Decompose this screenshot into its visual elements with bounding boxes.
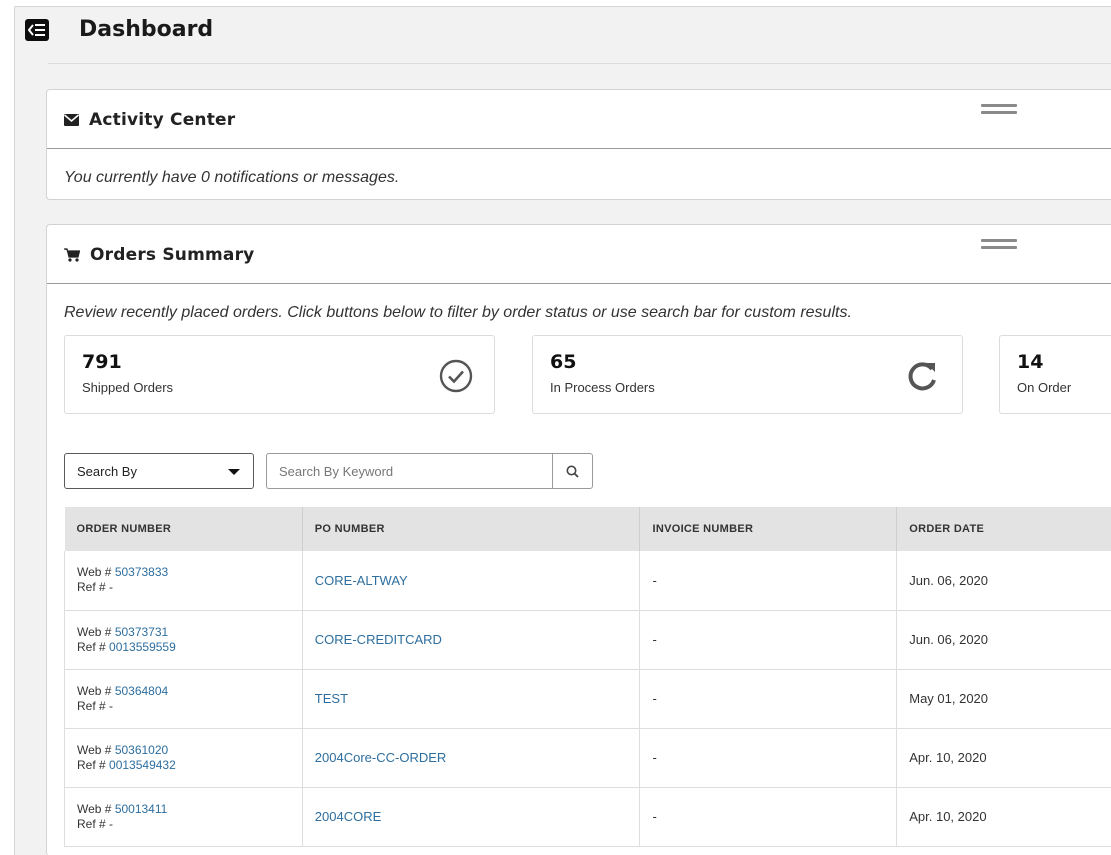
- po-number-link[interactable]: 2004Core-CC-ORDER: [315, 750, 446, 765]
- po-number-cell: CORE-CREDITCARD: [302, 610, 641, 670]
- web-order-link[interactable]: 50361020: [115, 743, 168, 757]
- web-prefix: Web #: [77, 742, 112, 757]
- orders-summary-card: Orders Summary Review recently placed or…: [46, 224, 1111, 855]
- column-header-invoice-number[interactable]: INVOICE NUMBER: [639, 507, 898, 551]
- table-row: Web # 50373731 Ref # 0013559559 CORE-CREDI…: [64, 610, 1111, 670]
- dashboard-page: Dashboard Activity Center You currently …: [14, 6, 1111, 855]
- cart-icon: [64, 247, 80, 262]
- ref-number: -: [109, 580, 114, 595]
- ref-number[interactable]: 0013559559: [109, 640, 176, 654]
- shipped-orders-count: 791: [82, 351, 122, 373]
- web-order-link[interactable]: 50373833: [115, 565, 168, 579]
- search-icon: [566, 465, 579, 478]
- on-order-filter[interactable]: 14 On Order: [999, 335, 1111, 414]
- check-circle-icon: [439, 359, 473, 393]
- po-number-link[interactable]: TEST: [315, 691, 348, 706]
- ref-number[interactable]: 0013549432: [109, 758, 176, 772]
- invoice-number-cell: -: [639, 787, 898, 847]
- order-date-cell: Jun. 06, 2020: [896, 610, 1111, 670]
- on-order-count: 14: [1017, 351, 1044, 373]
- order-number-cell: Web # 50361020 Ref # 0013549432: [64, 728, 303, 788]
- envelope-icon: [64, 113, 79, 126]
- header-divider: [48, 63, 1111, 64]
- card-divider: [47, 148, 1111, 149]
- caret-down-icon: [228, 469, 240, 475]
- activity-center-card: Activity Center You currently have 0 not…: [46, 89, 1111, 200]
- table-row: Web # 50361020 Ref # 0013549432 2004Core-C…: [64, 728, 1111, 788]
- table-header-row: ORDER NUMBER PO NUMBER INVOICE NUMBER OR…: [64, 507, 1111, 551]
- order-number-cell: Web # 50364804 Ref # -: [64, 669, 303, 729]
- ref-number: -: [109, 698, 114, 713]
- orders-table: ORDER NUMBER PO NUMBER INVOICE NUMBER OR…: [64, 507, 1111, 847]
- in-process-orders-count: 65: [550, 351, 577, 373]
- ref-number: -: [109, 816, 114, 831]
- column-header-order-date[interactable]: ORDER DATE: [896, 507, 1111, 551]
- orders-table-body: Web # 50373833 Ref # - CORE-ALTWAY - Jun. 06…: [64, 551, 1111, 847]
- page-title: Dashboard: [79, 17, 214, 42]
- ref-prefix: Ref #: [77, 698, 106, 713]
- ref-prefix: Ref #: [77, 639, 106, 654]
- po-number-link[interactable]: CORE-CREDITCARD: [315, 632, 442, 647]
- activity-center-title: Activity Center: [89, 109, 236, 130]
- web-prefix: Web #: [77, 565, 112, 580]
- order-date-cell: May 01, 2020: [896, 669, 1111, 729]
- order-number-cell: Web # 50373833 Ref # -: [64, 551, 303, 611]
- search-by-label: Search By: [77, 463, 137, 479]
- table-row: Web # 50364804 Ref # - TEST - May 01, 2020: [64, 669, 1111, 729]
- shipped-orders-filter[interactable]: 791 Shipped Orders: [64, 335, 495, 414]
- refresh-icon: [908, 362, 936, 391]
- activity-message: You currently have 0 notifications or me…: [64, 169, 400, 186]
- search-by-select[interactable]: Search By: [64, 453, 254, 489]
- orders-description: Review recently placed orders. Click but…: [64, 304, 852, 321]
- web-order-link[interactable]: 50373731: [115, 625, 168, 639]
- order-date-cell: Apr. 10, 2020: [896, 728, 1111, 788]
- web-prefix: Web #: [77, 624, 112, 639]
- search-button[interactable]: [552, 453, 593, 489]
- search-keyword-input[interactable]: [266, 453, 553, 489]
- card-divider: [47, 283, 1111, 284]
- orders-summary-header: Orders Summary: [64, 225, 254, 284]
- po-number-cell: CORE-ALTWAY: [302, 551, 641, 611]
- ref-prefix: Ref #: [77, 816, 106, 831]
- web-order-link[interactable]: 50364804: [115, 684, 168, 698]
- po-number-cell: TEST: [302, 669, 641, 729]
- invoice-number-cell: -: [639, 728, 898, 788]
- column-header-po-number[interactable]: PO NUMBER: [302, 507, 641, 551]
- ref-prefix: Ref #: [77, 580, 106, 595]
- po-number-cell: 2004Core-CC-ORDER: [302, 728, 641, 788]
- invoice-number-cell: -: [639, 551, 898, 611]
- table-row: Web # 50373833 Ref # - CORE-ALTWAY - Jun. 06…: [64, 551, 1111, 611]
- column-header-order-number[interactable]: ORDER NUMBER: [64, 507, 303, 551]
- order-date-cell: Apr. 10, 2020: [896, 787, 1111, 847]
- activity-center-header: Activity Center: [64, 90, 235, 149]
- ref-prefix: Ref #: [77, 757, 106, 772]
- web-prefix: Web #: [77, 801, 112, 816]
- on-order-label: On Order: [1017, 380, 1072, 395]
- drag-handle-icon[interactable]: [981, 104, 1017, 114]
- orders-summary-title: Orders Summary: [90, 244, 255, 265]
- order-date-cell: Jun. 06, 2020: [896, 551, 1111, 611]
- web-prefix: Web #: [77, 683, 112, 698]
- invoice-number-cell: -: [639, 610, 898, 670]
- po-number-link[interactable]: CORE-ALTWAY: [315, 573, 408, 588]
- order-number-cell: Web # 50013411 Ref # -: [64, 787, 303, 847]
- order-number-cell: Web # 50373731 Ref # 0013559559: [64, 610, 303, 670]
- invoice-number-cell: -: [639, 669, 898, 729]
- shipped-orders-label: Shipped Orders: [82, 380, 174, 395]
- table-row: Web # 50013411 Ref # -2004CORE - Apr. 10, 2…: [64, 787, 1111, 847]
- collapse-sidebar-icon[interactable]: [25, 19, 49, 41]
- in-process-orders-filter[interactable]: 65 In Process Orders: [532, 335, 963, 414]
- po-number-cell: 2004CORE: [302, 787, 641, 847]
- in-process-orders-label: In Process Orders: [550, 380, 655, 395]
- web-order-link[interactable]: 50013411: [115, 802, 168, 816]
- drag-handle-icon[interactable]: [981, 239, 1017, 249]
- po-number-link[interactable]: 2004CORE: [315, 809, 381, 824]
